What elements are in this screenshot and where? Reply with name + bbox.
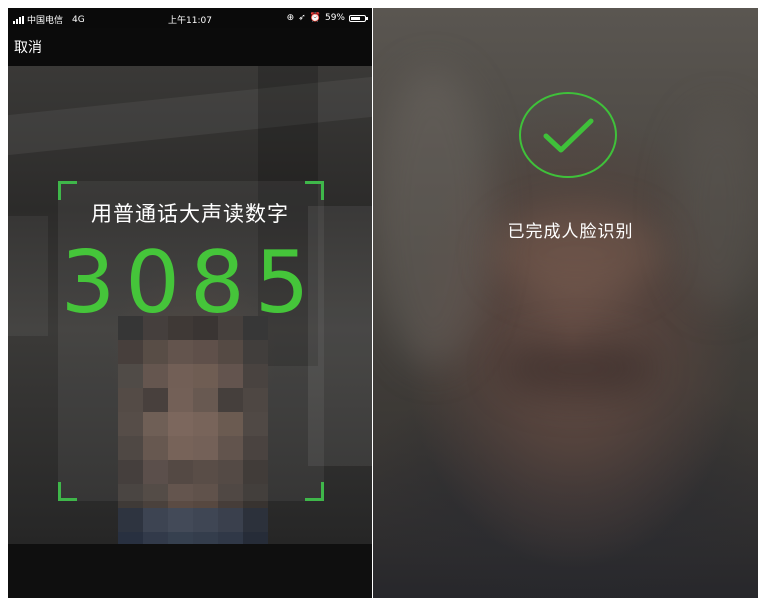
bottom-bar: [8, 544, 372, 598]
navigation-bar: 取消: [8, 28, 372, 66]
alarm-icon: ⏰: [309, 13, 321, 23]
location-icon: ⊕: [286, 13, 295, 23]
frame-corner: [58, 482, 77, 501]
check-circle-icon: [519, 92, 617, 178]
face-detection-frame: [58, 181, 324, 501]
face-recognition-reading-screen: 中国电信 4G 上午11:07 ⊕ ➶ ⏰ 59% 取消 用普通话大声读数字 3…: [8, 8, 372, 598]
frame-corner: [305, 482, 324, 501]
verification-code: 3085: [60, 233, 320, 333]
cancel-button[interactable]: 取消: [14, 37, 42, 57]
status-bar: 中国电信 4G 上午11:07 ⊕ ➶ ⏰ 59%: [8, 8, 372, 28]
battery-percentage: 59%: [324, 13, 345, 23]
face-recognition-complete-screen: 已完成人脸识别: [373, 8, 758, 598]
navigation-arrow-icon: ➶: [298, 13, 306, 23]
recognition-complete-message: 已完成人脸识别: [507, 222, 634, 242]
read-aloud-instruction: 用普通话大声读数字: [91, 202, 289, 226]
battery-icon: [349, 14, 368, 22]
